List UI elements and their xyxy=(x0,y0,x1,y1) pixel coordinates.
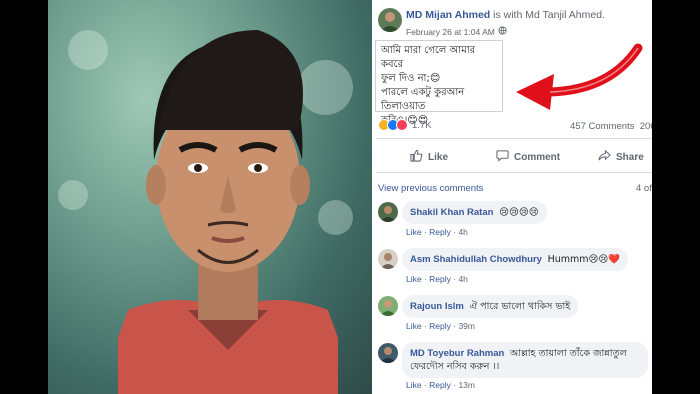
comment-like-link[interactable]: Like xyxy=(406,321,422,331)
person-illustration xyxy=(118,30,338,394)
divider xyxy=(376,172,652,173)
comment-reply-link[interactable]: Reply xyxy=(429,380,451,390)
commenter-name[interactable]: Rajoun Islm xyxy=(410,301,464,312)
commenter-avatar[interactable] xyxy=(378,296,398,316)
commenter-avatar[interactable] xyxy=(378,249,398,269)
comment-icon xyxy=(496,149,509,165)
comment-time[interactable]: 4h xyxy=(458,227,467,237)
post-text: আমি মারা গেলে আমার কবরে ফুল দিও না;😊 পার… xyxy=(375,40,503,126)
globe-icon xyxy=(498,26,507,37)
comment-bubble: MD Toyebur Rahman আল্লাহ তায়ালা তাঁকে জ… xyxy=(402,342,648,378)
commenter-name[interactable]: MD Toyebur Rahman xyxy=(410,348,504,359)
comment-meta: Like · Reply · 13m xyxy=(406,380,475,390)
post-text-line: আমি মারা গেলে আমার কবরে xyxy=(381,45,476,70)
comment-button[interactable]: Comment xyxy=(496,149,560,165)
post-counts: 457 Comments 206 Sha xyxy=(570,121,652,132)
profile-photo xyxy=(48,0,372,394)
comment-time[interactable]: 13m xyxy=(458,380,475,390)
commenter-avatar[interactable] xyxy=(378,343,398,363)
comment-text: Hummm😢😢❤️ xyxy=(547,254,621,265)
comment-like-link[interactable]: Like xyxy=(406,380,422,390)
comment-reply-link[interactable]: Reply xyxy=(429,321,451,331)
shares-count[interactable]: 206 Sha xyxy=(640,121,652,132)
comment-meta: Like · Reply · 4h xyxy=(406,227,468,237)
share-button[interactable]: Share xyxy=(598,149,644,165)
share-label: Share xyxy=(616,151,644,163)
comment-text: 😢😢😢😢 xyxy=(499,207,539,218)
like-label: Like xyxy=(428,151,449,163)
post-text-line: পারলে একটু কুরআন তিলাওয়াত xyxy=(381,87,465,112)
author-name[interactable]: MD Mijan Ahmed xyxy=(406,9,490,21)
comment-bubble: Shakil Khan Ratan 😢😢😢😢 xyxy=(402,201,547,224)
comment-bubble: Asm Shahidullah Chowdhury Hummm😢😢❤️ xyxy=(402,248,629,271)
divider xyxy=(376,138,652,139)
commenter-name[interactable]: Shakil Khan Ratan xyxy=(410,207,493,218)
comment-meta: Like · Reply · 4h xyxy=(406,274,468,284)
comment-reply-link[interactable]: Reply xyxy=(429,274,451,284)
post-text-line: ফুল দিও না;😊 xyxy=(381,73,441,84)
post-header: MD Mijan Ahmed is with Md Tanjil Ahmed. xyxy=(406,9,605,21)
like-button[interactable]: Like xyxy=(410,149,448,165)
post-date[interactable]: February 26 at 1:04 AM xyxy=(406,27,495,37)
comment-label: Comment xyxy=(514,151,561,163)
comment-like-link[interactable]: Like xyxy=(406,274,422,284)
author-avatar[interactable] xyxy=(378,8,402,32)
commenter-avatar[interactable] xyxy=(378,202,398,222)
comment-text: ঐ পারে ভালো থাকিস ভাই xyxy=(469,301,571,312)
reactions-summary[interactable]: 1.7K xyxy=(378,119,432,131)
comment-reply-link[interactable]: Reply xyxy=(429,227,451,237)
comments-count[interactable]: 457 Comments xyxy=(570,121,634,132)
commenter-name[interactable]: Asm Shahidullah Chowdhury xyxy=(410,254,542,265)
comment-time[interactable]: 39m xyxy=(458,321,475,331)
comment-bubble: Rajoun Islm ঐ পারে ভালো থাকিস ভাই xyxy=(402,295,579,318)
tagged-with-text: is with Md Tanjil Ahmed. xyxy=(493,9,605,21)
love-reaction-icon xyxy=(396,119,408,131)
comment-like-link[interactable]: Like xyxy=(406,227,422,237)
comments-page-count: 4 of xyxy=(636,183,652,194)
view-previous-comments-link[interactable]: View previous comments xyxy=(378,183,483,194)
like-icon xyxy=(410,149,423,165)
share-icon xyxy=(598,149,611,165)
reaction-count: 1.7K xyxy=(412,119,432,131)
post-meta: February 26 at 1:04 AM xyxy=(406,26,507,37)
red-arrow-icon xyxy=(516,43,643,110)
comment-time[interactable]: 4h xyxy=(458,274,467,284)
comment-meta: Like · Reply · 39m xyxy=(406,321,475,331)
